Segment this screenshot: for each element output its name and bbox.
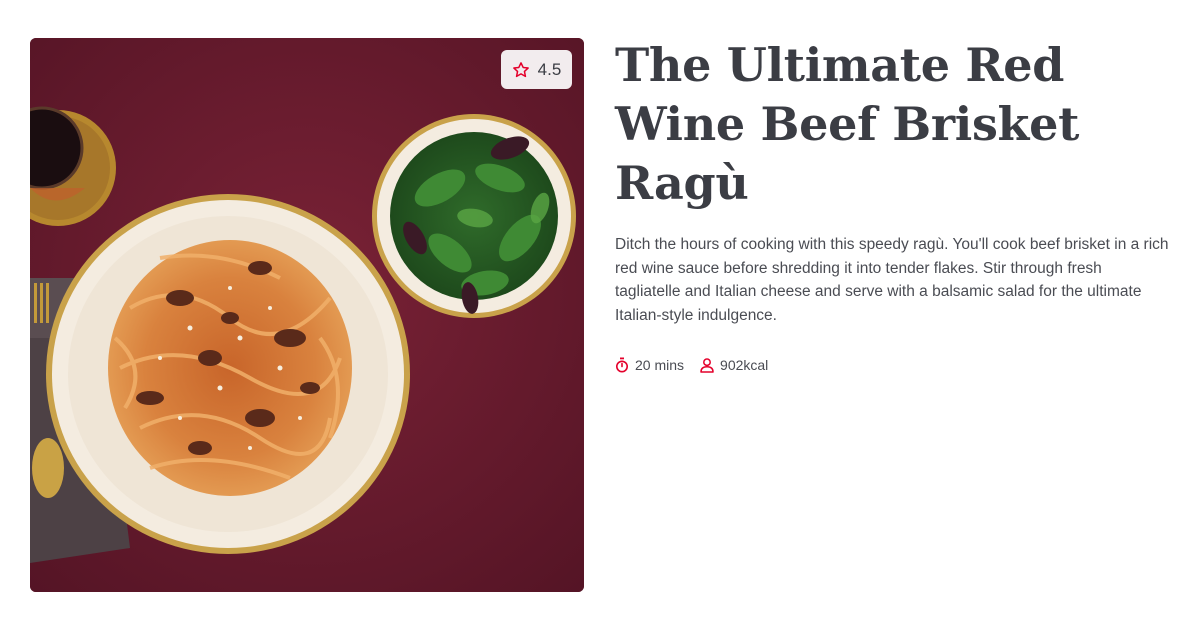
recipe-image (30, 38, 584, 592)
recipe-title: The Ultimate Red Wine Beef Brisket Ragù (615, 38, 1080, 210)
cook-time: 20 mins (615, 357, 684, 373)
recipe-meta: 20 mins 902kcal (615, 357, 1170, 373)
recipe-description: Ditch the hours of cooking with this spe… (615, 236, 1169, 324)
recipe-photo-illustration (30, 38, 584, 592)
calories-value: 902kcal (720, 357, 769, 373)
cook-time-value: 20 mins (635, 357, 685, 373)
calories: 902kcal (700, 357, 768, 373)
person-icon (700, 357, 714, 373)
rating-value: 4.5 (537, 59, 562, 79)
recipe-card: 4.5 The Ultimate Red Wine Beef Brisket R… (0, 0, 1200, 630)
rating-badge[interactable]: 4.5 (501, 50, 572, 89)
stopwatch-icon (616, 357, 628, 373)
recipe-details: The Ultimate Red Wine Beef Brisket Ragù … (615, 36, 1170, 373)
star-icon (512, 61, 529, 77)
